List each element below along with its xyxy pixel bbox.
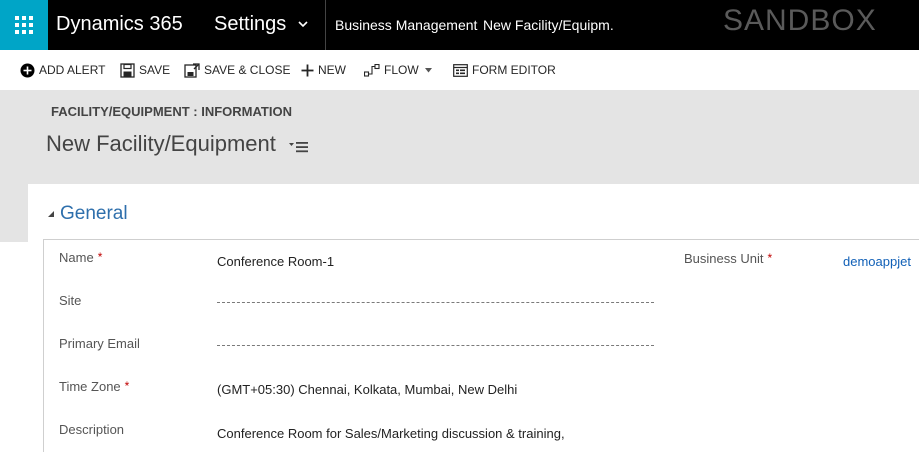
- save-and-close-button[interactable]: SAVE & CLOSE: [184, 61, 290, 79]
- caret-down-icon: [424, 67, 432, 72]
- waffle-icon: [15, 16, 33, 34]
- required-indicator: *: [767, 251, 773, 265]
- site-label: Site: [59, 293, 82, 308]
- business-unit-link[interactable]: demoappjet: [843, 254, 911, 269]
- primary-email-label: Primary Email: [59, 336, 140, 351]
- add-circle-icon: [20, 63, 35, 77]
- name-label-text: Name: [59, 250, 94, 265]
- collapse-triangle-icon[interactable]: [47, 210, 55, 218]
- app-launcher-button[interactable]: [0, 0, 48, 50]
- side-gutter: [0, 184, 28, 242]
- required-indicator: *: [97, 250, 103, 264]
- save-label: SAVE: [139, 63, 171, 77]
- add-alert-button[interactable]: ADD ALERT: [20, 61, 105, 79]
- chevron-down-icon[interactable]: [297, 18, 309, 30]
- area-menu-button[interactable]: Settings: [214, 13, 286, 36]
- form-editor-button[interactable]: FORM EDITOR: [453, 61, 556, 79]
- save-icon: [120, 62, 135, 78]
- environment-badge: SANDBOX: [723, 4, 877, 37]
- time-zone-field[interactable]: (GMT+05:30) Chennai, Kolkata, Mumbai, Ne…: [217, 382, 517, 397]
- form-header: FACILITY/EQUIPMENT : INFORMATION New Fac…: [0, 90, 919, 184]
- plus-icon: [301, 64, 314, 76]
- description-label: Description: [59, 422, 125, 437]
- time-zone-label-text: Time Zone: [59, 379, 121, 394]
- breadcrumb-record[interactable]: New Facility/Equipm.: [483, 17, 614, 33]
- site-field[interactable]: [217, 302, 654, 303]
- flow-label: FLOW: [384, 63, 419, 77]
- required-indicator: *: [124, 379, 130, 393]
- business-unit-label-text: Business Unit: [684, 251, 764, 266]
- section-title: General: [60, 203, 128, 224]
- save-button[interactable]: SAVE: [120, 61, 170, 79]
- name-label: Name *: [59, 250, 102, 265]
- time-zone-label: Time Zone *: [59, 379, 129, 394]
- save-close-icon: [184, 62, 200, 78]
- form-editor-icon: [453, 63, 468, 77]
- add-alert-label: ADD ALERT: [39, 63, 106, 77]
- form-selector[interactable]: FACILITY/EQUIPMENT : INFORMATION: [51, 104, 292, 119]
- form-editor-label: FORM EDITOR: [472, 63, 556, 77]
- name-field[interactable]: Conference Room-1: [217, 254, 334, 269]
- new-button[interactable]: NEW: [301, 61, 346, 79]
- menu-icon[interactable]: [289, 140, 309, 154]
- new-label: NEW: [318, 63, 346, 77]
- business-unit-label: Business Unit *: [684, 251, 772, 266]
- command-bar: ADD ALERT SAVE SAVE & CLOSE NEW FLOW FOR…: [0, 50, 919, 90]
- flow-icon: [364, 63, 380, 77]
- app-title[interactable]: Dynamics 365: [56, 13, 183, 36]
- flow-menu-button[interactable]: FLOW: [364, 61, 436, 79]
- record-title: New Facility/Equipment: [46, 131, 276, 156]
- breadcrumb-area[interactable]: Business Management: [335, 17, 477, 33]
- top-navigation-bar: Dynamics 365 Settings Business Managemen…: [0, 0, 919, 50]
- section-header-general[interactable]: General: [47, 203, 128, 225]
- description-field[interactable]: Conference Room for Sales/Marketing disc…: [217, 426, 565, 441]
- save-and-close-label: SAVE & CLOSE: [204, 63, 291, 77]
- nav-divider: [325, 0, 326, 50]
- primary-email-field[interactable]: [217, 345, 654, 346]
